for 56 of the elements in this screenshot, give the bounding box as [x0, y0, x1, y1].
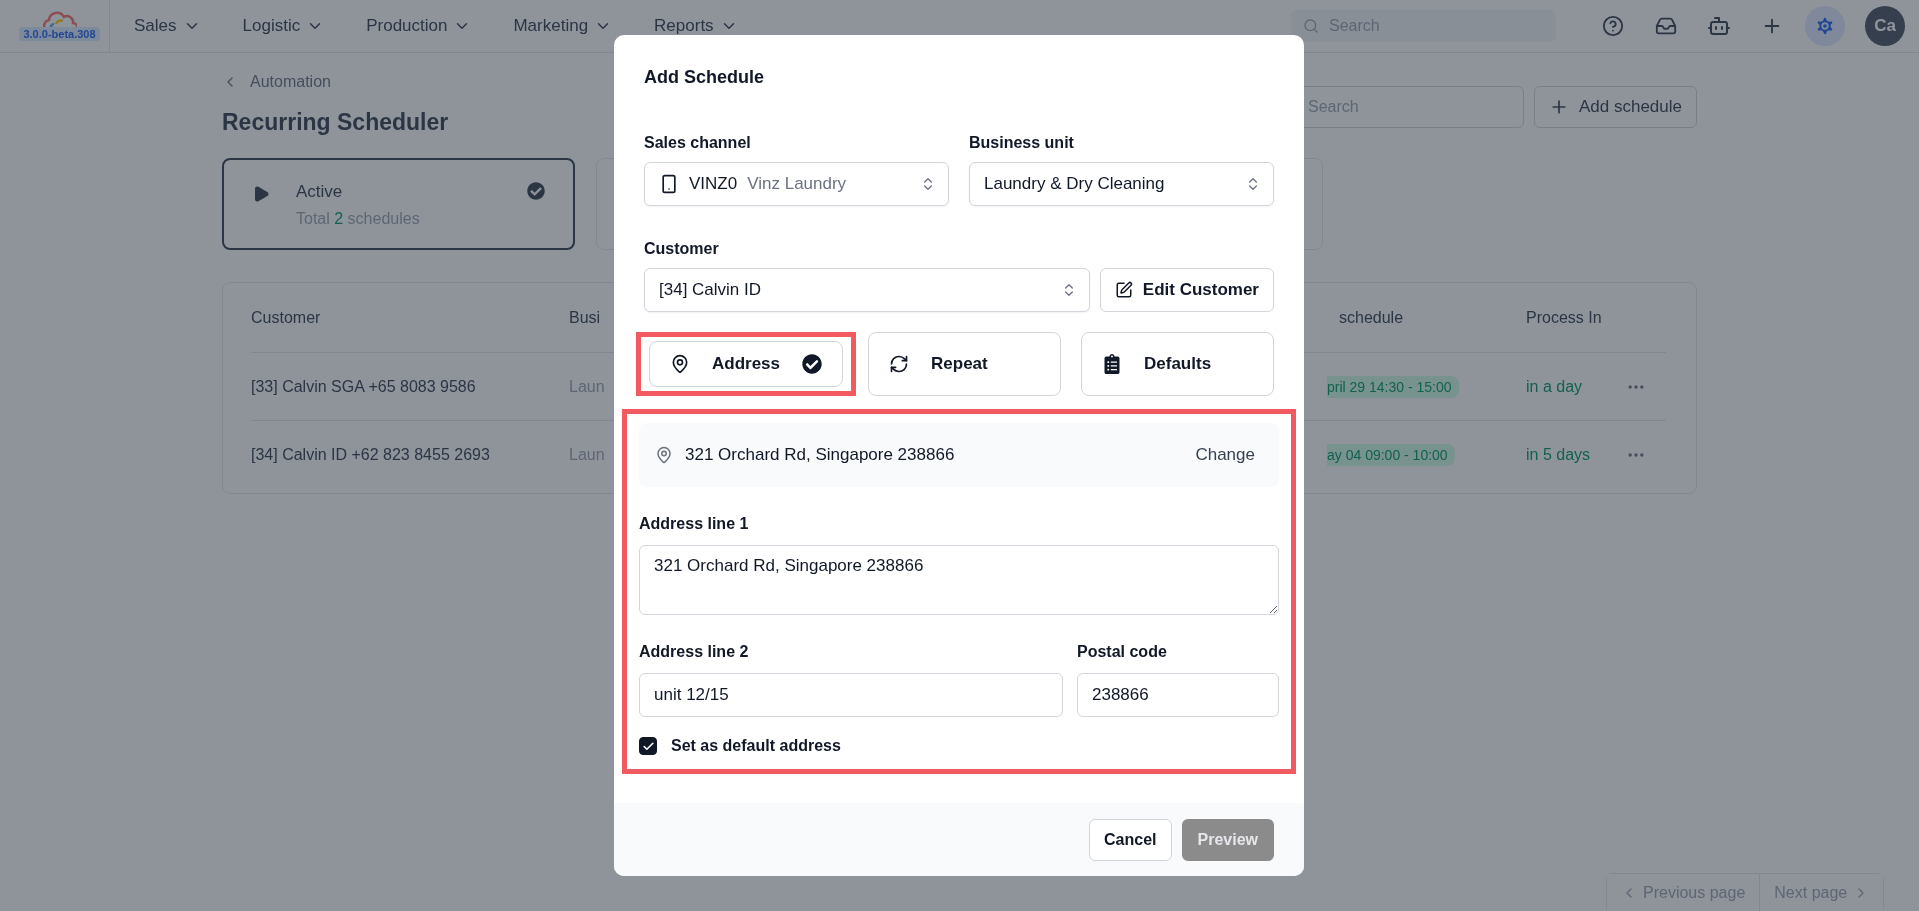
field-label: Sales channel — [644, 134, 752, 152]
column-header: Process In — [1526, 308, 1602, 327]
nav-menu[interactable]: Reports — [654, 16, 738, 36]
nav-menu[interactable]: Production — [366, 16, 472, 36]
edit-icon — [1114, 281, 1133, 299]
cancel-button[interactable]: Cancel — [1089, 818, 1172, 861]
clipboard-icon — [1102, 354, 1122, 374]
section-tab[interactable]: Defaults — [1081, 332, 1274, 396]
refresh-icon — [889, 354, 910, 374]
help-icon — [1602, 15, 1624, 37]
nav-menu[interactable]: Logistic — [242, 16, 325, 36]
phone-icon — [659, 174, 679, 194]
settings-icon — [1814, 15, 1836, 37]
schedule-badge: pril 29 14:30 - 15:00 — [1327, 375, 1459, 398]
map-pin-icon — [670, 354, 690, 374]
sales-channel-select[interactable]: VINZ0 Vinz Laundry — [644, 162, 949, 206]
robot-icon — [1707, 14, 1731, 38]
settings-button[interactable] — [1805, 6, 1845, 46]
section-tab[interactable]: Address — [649, 341, 844, 387]
address-line-2-field[interactable]: unit 12/15 — [639, 673, 1063, 717]
checkbox[interactable] — [639, 737, 657, 755]
checkbox-label: Set as default address — [671, 737, 841, 755]
map-pin-icon — [655, 446, 673, 464]
address-line-1-field[interactable]: 321 Orchard Rd, Singapore 238866 — [639, 545, 1279, 615]
edit-customer-button[interactable]: Edit Customer — [1099, 268, 1274, 312]
field-label: Business unit — [969, 134, 1075, 152]
version-badge: 3.0.0-beta.308 — [19, 27, 100, 41]
nav-menu[interactable]: Marketing — [513, 16, 613, 36]
customer-select[interactable]: [34] Calvin ID — [644, 268, 1090, 312]
table-cell: [33] Calvin SGA +65 8083 9586 — [251, 377, 476, 396]
field-label: Address line 2 — [639, 643, 750, 661]
column-header: Busi — [569, 308, 601, 327]
check-icon — [641, 739, 655, 753]
add-schedule-button[interactable]: Add schedule — [1533, 86, 1697, 128]
play-icon — [252, 185, 270, 203]
tray-icon — [1655, 15, 1677, 37]
column-header: schedule — [1339, 308, 1404, 327]
table-cell: [34] Calvin ID +62 823 8455 2693 — [251, 446, 490, 464]
field-label: Postal code — [1077, 643, 1168, 661]
column-header: Customer — [251, 308, 321, 327]
nav-menu[interactable]: Sales — [134, 16, 201, 36]
card-title: Active — [296, 182, 344, 202]
postal-code-field[interactable]: 238866 — [1077, 673, 1279, 717]
search-icon — [1303, 18, 1319, 34]
business-unit-select[interactable]: Laundry & Dry Cleaning — [969, 162, 1274, 206]
dialog-title: Add Schedule — [644, 67, 765, 88]
address-text: 321 Orchard Rd, Singapore 238866 — [685, 445, 956, 465]
schedule-badge: ay 04 09:00 - 10:00 — [1327, 444, 1455, 466]
field-label: Address line 1 — [639, 515, 750, 533]
section-tab[interactable]: Repeat — [868, 332, 1061, 396]
table-cell: in a day — [1526, 377, 1583, 396]
field-label: Customer — [644, 240, 720, 258]
page-title: Recurring Scheduler — [222, 109, 449, 136]
table-cell: in 5 days — [1526, 446, 1591, 464]
check-icon — [527, 182, 545, 200]
change-link[interactable]: Change — [1195, 445, 1255, 465]
